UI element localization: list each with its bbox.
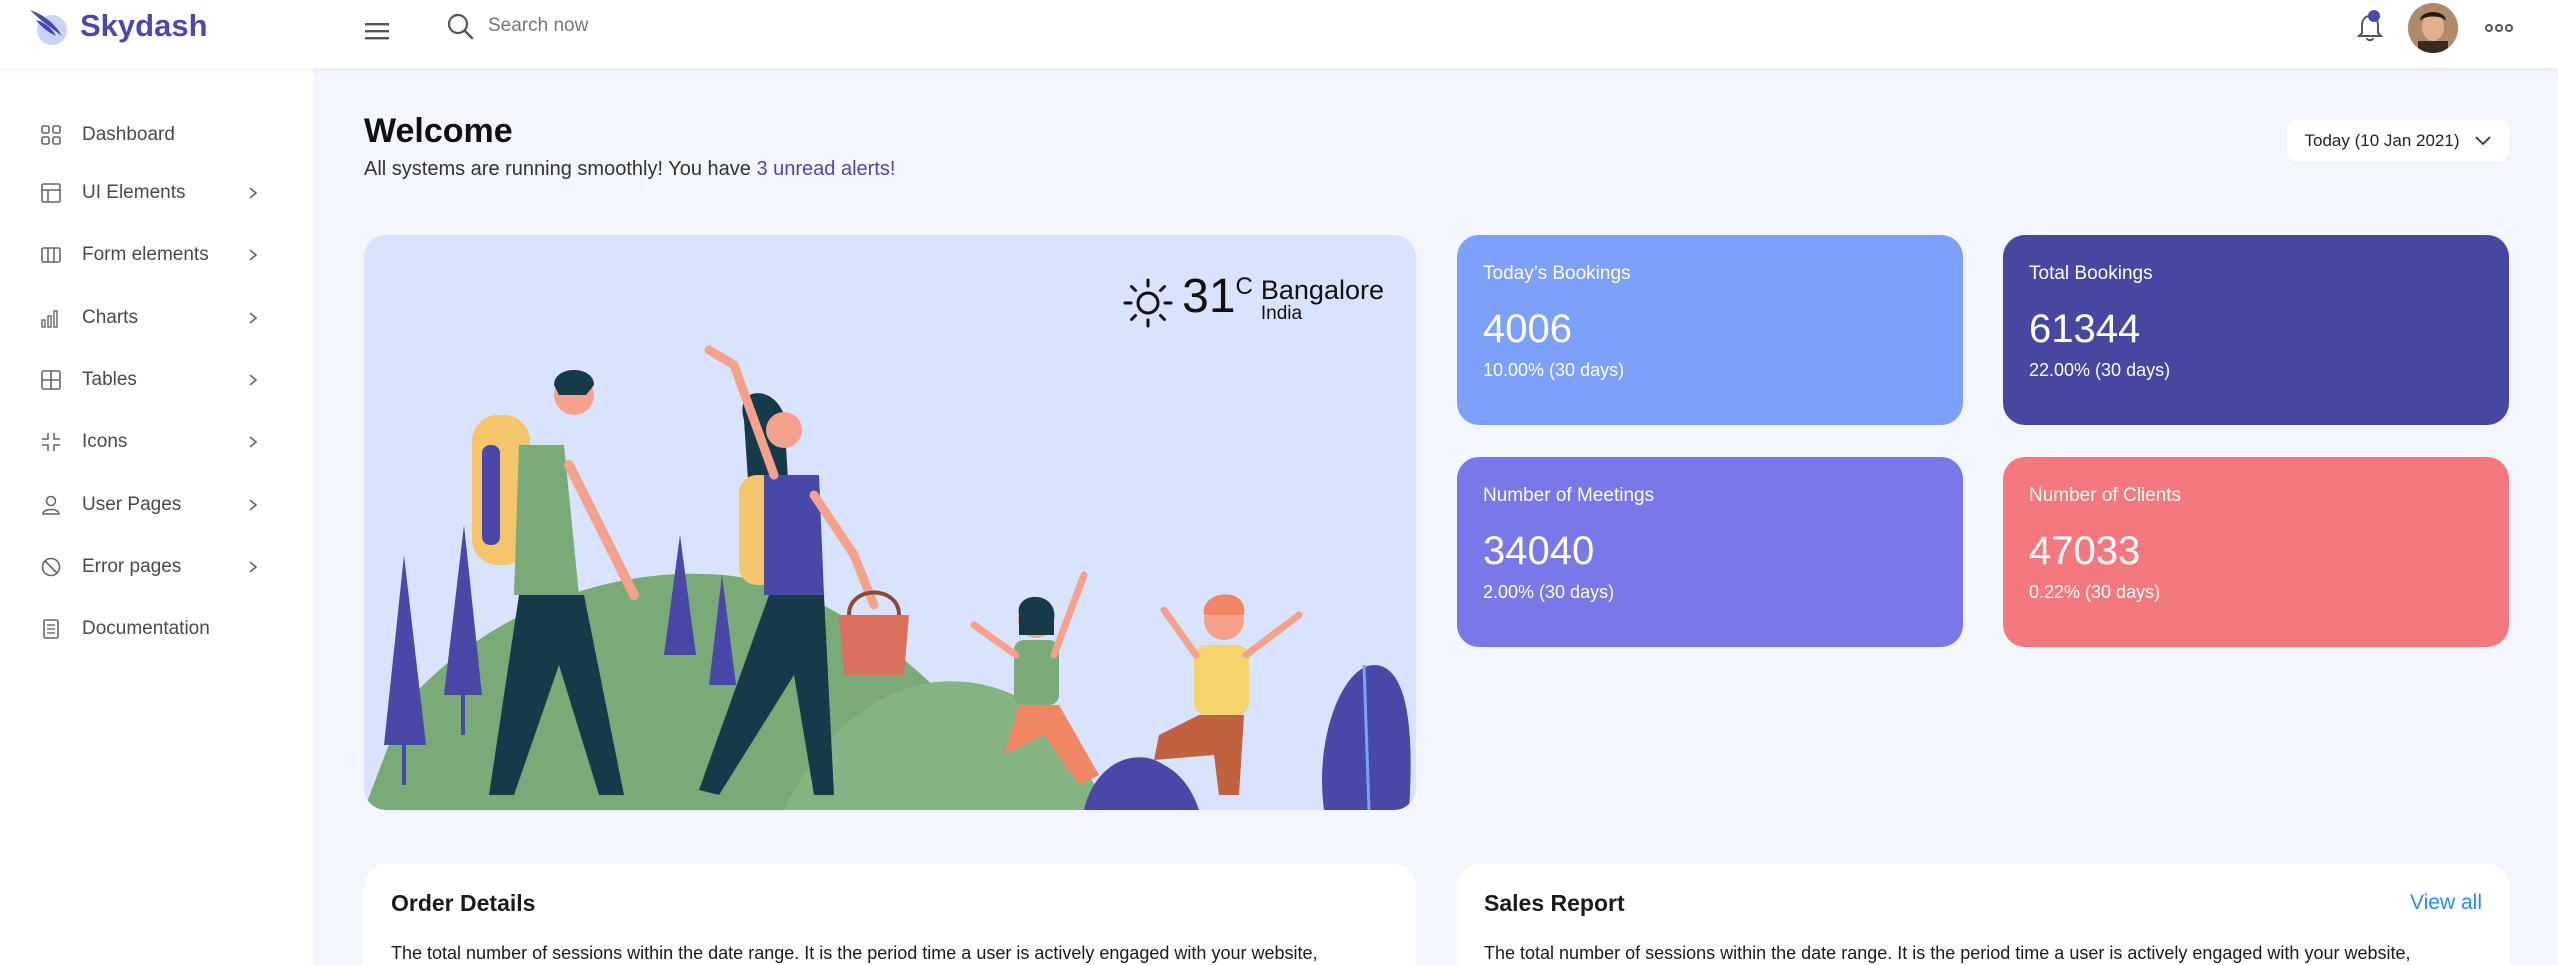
sales-report-panel: Sales Report View all The total number o… bbox=[1457, 864, 2509, 965]
temperature-unit: C bbox=[1235, 273, 1253, 300]
chevron-right-icon bbox=[249, 374, 258, 386]
chevron-right-icon bbox=[249, 312, 258, 324]
grid-icon bbox=[41, 125, 61, 145]
layout-icon bbox=[41, 183, 61, 203]
chevron-right-icon bbox=[249, 187, 258, 199]
sidebar-item-form-elements[interactable]: Form elements bbox=[40, 235, 260, 275]
notification-dot bbox=[2368, 10, 2380, 22]
chevron-right-icon bbox=[249, 436, 258, 448]
skydash-logo-icon bbox=[30, 10, 67, 45]
sidebar-item-tables[interactable]: Tables bbox=[40, 360, 260, 400]
panel-title: Sales Report bbox=[1484, 890, 1625, 916]
stat-value: 47033 bbox=[2029, 529, 2141, 573]
user-avatar[interactable] bbox=[2408, 3, 2458, 53]
sidebar-item-label: Documentation bbox=[82, 618, 210, 639]
sidebar-item-label: User Pages bbox=[82, 494, 182, 515]
stat-change: 0.22% (30 days) bbox=[2029, 582, 2161, 602]
view-all-link[interactable]: View all bbox=[2410, 891, 2482, 915]
ban-icon bbox=[41, 557, 61, 577]
stat-value: 4006 bbox=[1483, 307, 1572, 351]
weather-city: Bangalore bbox=[1260, 275, 1384, 305]
sidebar-item-label: Dashboard bbox=[82, 124, 175, 145]
sidebar-item-label: Charts bbox=[82, 307, 138, 328]
welcome-subtitle: All systems are running smoothly! You ha… bbox=[364, 158, 895, 181]
sidebar-item-label: Tables bbox=[82, 369, 137, 390]
weather-hero-card: 31C Bangalore India bbox=[364, 235, 1416, 810]
order-details-panel: Order Details The total number of sessio… bbox=[364, 864, 1416, 965]
stat-card-total-bookings[interactable]: Total Bookings 61344 22.00% (30 days) bbox=[2003, 235, 2509, 425]
stat-card-todays-bookings[interactable]: Today’s Bookings 4006 10.00% (30 days) bbox=[1457, 235, 1963, 425]
panel-title: Order Details bbox=[391, 890, 536, 916]
page-title: Welcome bbox=[364, 112, 513, 150]
sidebar-item-label: Error pages bbox=[82, 556, 182, 577]
stat-value: 34040 bbox=[1483, 529, 1595, 573]
stat-change: 2.00% (30 days) bbox=[1483, 582, 1615, 602]
weather-temperature: 31C bbox=[1182, 273, 1253, 321]
stat-value: 61344 bbox=[2029, 307, 2141, 351]
brand-name: Skydash bbox=[80, 8, 208, 43]
search-input[interactable] bbox=[488, 15, 908, 37]
sidebar-item-icons[interactable]: Icons bbox=[40, 422, 260, 462]
sidebar-item-ui-elements[interactable]: UI Elements bbox=[40, 173, 260, 213]
stat-change: 22.00% (30 days) bbox=[2029, 360, 2171, 380]
sidebar-item-label: Form elements bbox=[82, 244, 209, 265]
weather-location: Bangalore India bbox=[1260, 273, 1384, 324]
more-options-icon[interactable] bbox=[2484, 18, 2514, 38]
columns-icon bbox=[41, 247, 61, 263]
stat-card-number-of-clients[interactable]: Number of Clients 47033 0.22% (30 days) bbox=[2003, 457, 2509, 647]
panel-description: The total number of sessions within the … bbox=[391, 943, 1318, 963]
top-navbar: Skydash bbox=[0, 0, 2558, 68]
weather-country: India bbox=[1260, 303, 1303, 324]
table-icon bbox=[41, 370, 61, 390]
chevron-right-icon bbox=[249, 561, 258, 573]
contract-icon bbox=[42, 433, 60, 451]
search-bar bbox=[446, 12, 908, 40]
sidebar-item-dashboard[interactable]: Dashboard bbox=[40, 115, 260, 155]
welcome-subtitle-text: All systems are running smoothly! You ha… bbox=[364, 158, 757, 180]
weather-widget: 31C Bangalore India bbox=[1122, 273, 1384, 329]
panel-description: The total number of sessions within the … bbox=[1484, 943, 2411, 963]
chevron-down-icon bbox=[2474, 136, 2491, 146]
sidebar-item-error-pages[interactable]: Error pages bbox=[40, 547, 260, 587]
brand-logo[interactable]: Skydash bbox=[28, 4, 208, 48]
hamburger-menu-icon[interactable] bbox=[364, 18, 390, 44]
stat-label: Number of Clients bbox=[2029, 485, 2182, 506]
sidebar-item-documentation[interactable]: Documentation bbox=[40, 609, 260, 649]
stat-label: Total Bookings bbox=[2029, 263, 2153, 284]
sidebar-item-label: UI Elements bbox=[82, 182, 186, 203]
stat-card-number-of-meetings[interactable]: Number of Meetings 34040 2.00% (30 days) bbox=[1457, 457, 1963, 647]
search-icon[interactable] bbox=[446, 12, 474, 40]
sidebar-item-label: Icons bbox=[82, 431, 128, 452]
unread-alerts-link[interactable]: 3 unread alerts! bbox=[756, 158, 895, 180]
temperature-value: 31 bbox=[1182, 270, 1236, 323]
bar-chart-icon bbox=[41, 310, 58, 328]
document-icon bbox=[43, 619, 59, 639]
user-icon bbox=[42, 495, 60, 515]
date-filter-label: Today (10 Jan 2021) bbox=[2304, 131, 2460, 150]
chevron-right-icon bbox=[249, 249, 258, 261]
sidebar-item-user-pages[interactable]: User Pages bbox=[40, 485, 260, 525]
stat-label: Today’s Bookings bbox=[1483, 263, 1631, 284]
date-filter-dropdown[interactable]: Today (10 Jan 2021) bbox=[2287, 120, 2509, 162]
sidebar-item-charts[interactable]: Charts bbox=[40, 298, 260, 338]
stat-change: 10.00% (30 days) bbox=[1483, 360, 1625, 380]
sun-icon bbox=[1123, 278, 1173, 328]
stat-label: Number of Meetings bbox=[1483, 485, 1655, 506]
sidebar: Dashboard UI Elements Form elements Char… bbox=[0, 68, 313, 965]
chevron-right-icon bbox=[249, 499, 258, 511]
